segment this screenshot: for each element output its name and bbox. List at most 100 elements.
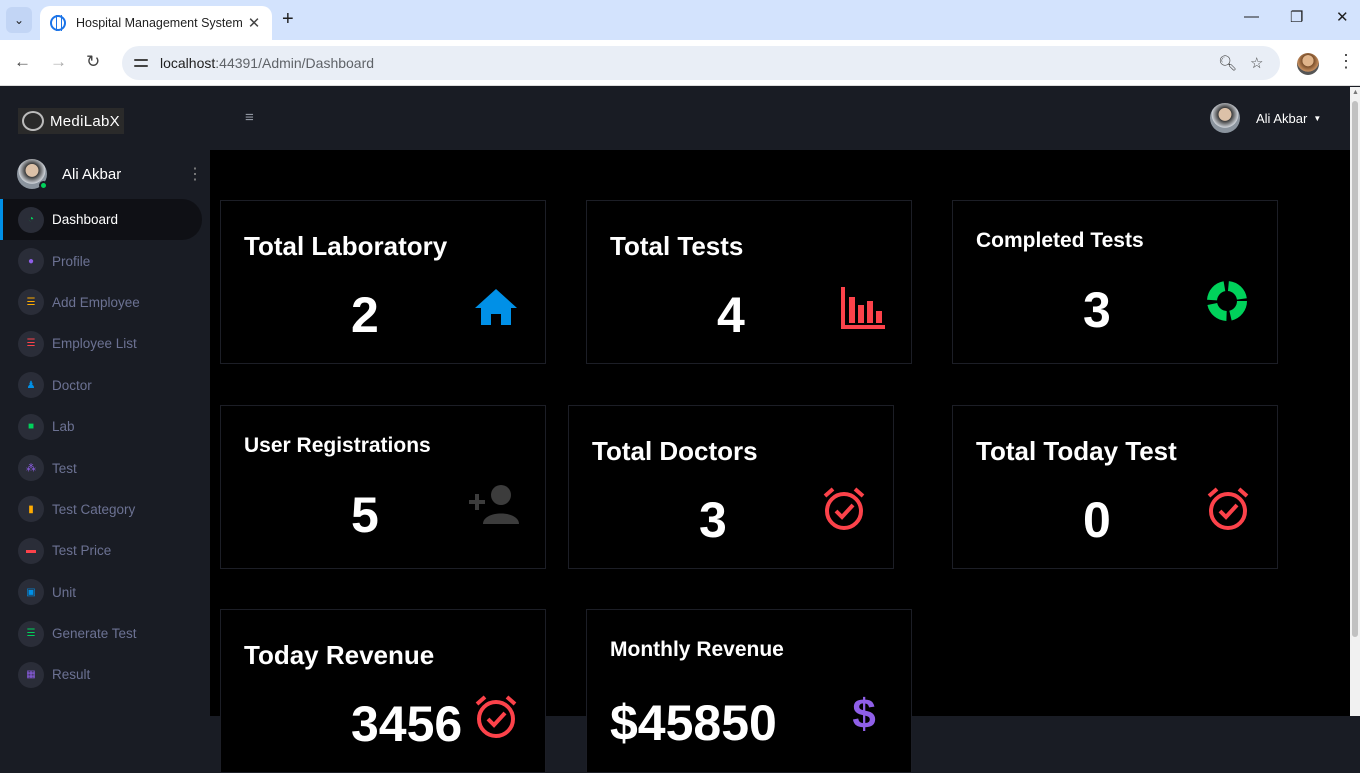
sidebar-menu: ◔ Dashboard ● Profile ☰ Add Employee ☰ Employee… — [0, 199, 210, 696]
add-user-icon — [469, 484, 521, 529]
more-vert-icon[interactable]: ⋮ — [1337, 51, 1355, 72]
dashboard-icon: ◔ — [18, 206, 44, 233]
card-value: 3 — [699, 492, 727, 548]
sidebar-item-label: Profile — [52, 253, 91, 269]
tab-search-button[interactable]: ⌄ — [6, 7, 32, 33]
stat-card-user-registrations: User Registrations 5 — [220, 405, 546, 569]
sidebar-item-label: Test — [52, 460, 77, 476]
sidebar-item-add-employee[interactable]: ☰ Add Employee — [0, 282, 202, 323]
stat-card-completed-tests: Completed Tests 3 — [952, 200, 1278, 364]
sidebar-item-label: Add Employee — [52, 294, 140, 310]
card-title: Total Today Test — [976, 436, 1177, 466]
zoom-icon[interactable]: 🔍︎ — [1218, 54, 1237, 72]
list-add-icon: ☰ — [18, 289, 44, 316]
dollar-icon: $ — [849, 690, 879, 737]
stat-card-total-today-test: Total Today Test 0 — [952, 405, 1278, 569]
main-content: ≡ Ali Akbar ▼ Total Laboratory 2 Total Tes… — [210, 87, 1350, 773]
app: MediLabX Ali Akbar ⋮ ◔ Dashboard ● Profile ☰… — [0, 87, 1360, 773]
stat-card-total-tests: Total Tests 4 — [586, 200, 912, 364]
reload-icon[interactable]: ↻ — [86, 52, 100, 72]
bookmark-star-icon[interactable]: ☆ — [1250, 54, 1263, 72]
browser-toolbar: ← → ↻ localhost:44391/Admin/Dashboard 🔍︎… — [0, 40, 1360, 86]
tab-title: Hospital Management System — [76, 16, 243, 30]
svg-text:$: $ — [852, 690, 875, 732]
scrollbar-thumb[interactable] — [1352, 101, 1358, 637]
new-tab-button[interactable]: + — [282, 8, 294, 31]
sidebar-item-unit[interactable]: ▣ Unit — [0, 572, 202, 613]
browser-profile-avatar[interactable] — [1297, 53, 1319, 75]
card-value: 4 — [717, 287, 745, 343]
card-title: Total Laboratory — [244, 231, 448, 261]
stat-card-total-laboratory: Total Laboratory 2 — [220, 200, 546, 364]
sidebar-item-lab[interactable]: ■ Lab — [0, 406, 202, 447]
grid-icon: ▦ — [18, 661, 44, 688]
close-icon[interactable]: ✕ — [246, 14, 262, 32]
browser-tab-bar: ⌄ Hospital Management System ✕ + — ❐ ✕ — [0, 0, 1360, 40]
brand-logo[interactable]: MediLabX — [18, 108, 124, 134]
logo-mark-icon — [22, 111, 44, 131]
briefcase-icon: ■ — [18, 413, 44, 440]
back-icon[interactable]: ← — [14, 52, 31, 72]
chevron-down-icon: ⌄ — [13, 13, 25, 27]
url-host: localhost — [160, 55, 216, 71]
alarm-check-icon — [821, 486, 867, 537]
globe-icon — [50, 15, 66, 31]
sidebar-item-generate-test[interactable]: ☰ Generate Test — [0, 613, 202, 654]
wallet-icon: ▬ — [18, 537, 44, 564]
sidebar-item-label: Unit — [52, 584, 77, 600]
avatar — [1210, 103, 1240, 133]
sidebar-item-doctor[interactable]: ♟ Doctor — [0, 365, 202, 406]
browser-tab[interactable]: Hospital Management System ✕ — [40, 6, 272, 40]
sidebar-item-test-category[interactable]: ▮ Test Category — [0, 489, 202, 530]
molecule-icon: ⁂ — [18, 455, 44, 482]
sidebar-item-label: Employee List — [52, 336, 137, 352]
window-close-icon[interactable]: ✕ — [1336, 8, 1349, 26]
sidebar-item-dashboard[interactable]: ◔ Dashboard — [0, 199, 202, 241]
person-icon: ● — [18, 248, 44, 275]
page-scrollbar[interactable]: ▲ — [1350, 87, 1360, 716]
list-icon: ☰ — [18, 330, 44, 357]
sidebar-item-label: Test Category — [52, 501, 136, 517]
minimize-icon[interactable]: — — [1244, 8, 1259, 25]
top-navbar: ≡ Ali Akbar ▼ — [210, 87, 1350, 150]
list-check-icon: ☰ — [18, 620, 44, 647]
caret-down-icon: ▼ — [1313, 113, 1322, 123]
sidebar-item-label: Generate Test — [52, 626, 137, 642]
avatar — [17, 159, 48, 190]
scroll-up-arrow-icon[interactable]: ▲ — [1352, 89, 1359, 96]
card-value: 0 — [1083, 492, 1111, 548]
sidebar-item-employee-list[interactable]: ☰ Employee List — [0, 323, 202, 364]
bar-chart-icon: ▮ — [18, 496, 44, 523]
sidebar-item-label: Result — [52, 667, 91, 683]
navbar-user-dropdown[interactable]: Ali Akbar ▼ — [1210, 103, 1321, 133]
doctor-icon: ♟ — [18, 372, 44, 399]
card-title: User Registrations — [244, 434, 431, 457]
restore-icon[interactable]: ❐ — [1290, 8, 1303, 26]
sidebar-item-test-price[interactable]: ▬ Test Price — [0, 530, 202, 571]
more-vert-icon[interactable]: ⋮ — [187, 164, 203, 184]
site-settings-icon[interactable] — [134, 56, 150, 70]
card-title: Total Tests — [610, 231, 744, 261]
sidebar-item-test[interactable]: ⁂ Test — [0, 447, 202, 488]
sidebar-item-label: Test Price — [52, 543, 112, 559]
card-value: 5 — [351, 487, 379, 543]
sidebar: MediLabX Ali Akbar ⋮ ◔ Dashboard ● Profile ☰… — [0, 87, 210, 716]
address-bar[interactable]: localhost:44391/Admin/Dashboard 🔍︎ ☆ — [122, 46, 1280, 80]
card-value: 3456 — [351, 696, 463, 752]
hamburger-menu-icon[interactable]: ≡ — [245, 109, 254, 126]
sidebar-item-label: Lab — [52, 419, 75, 435]
card-value: 2 — [351, 287, 379, 343]
card-title: Total Doctors — [592, 436, 758, 466]
donut-chart-icon — [1205, 279, 1249, 328]
sidebar-user-name: Ali Akbar — [62, 165, 122, 183]
online-status-dot — [39, 181, 48, 190]
navbar-user-name: Ali Akbar — [1256, 110, 1308, 126]
sidebar-item-profile[interactable]: ● Profile — [0, 240, 202, 281]
forward-icon[interactable]: → — [50, 52, 67, 72]
sidebar-item-result[interactable]: ▦ Result — [0, 654, 202, 695]
sidebar-item-label: Doctor — [52, 377, 92, 393]
stat-card-total-doctors: Total Doctors 3 — [568, 405, 894, 569]
url-path: :44391/Admin/Dashboard — [215, 55, 375, 71]
card-title: Completed Tests — [976, 229, 1144, 252]
card-title: Today Revenue — [244, 640, 435, 670]
